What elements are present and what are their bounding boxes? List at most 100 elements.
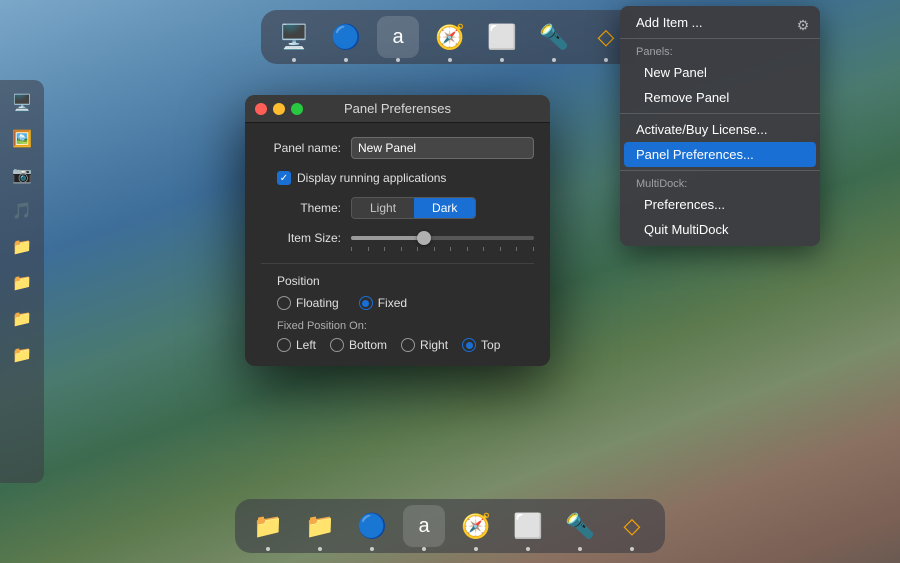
- bottom-dock-finder[interactable]: 🔵: [351, 505, 393, 547]
- slider-fill: [351, 236, 424, 240]
- top-dock-safari[interactable]: 🧭: [429, 16, 471, 58]
- item-size-row: Item Size:: [261, 231, 534, 251]
- panel-titlebar: Panel Preferenses: [245, 95, 550, 123]
- fixed-radio-outer[interactable]: [359, 296, 373, 310]
- bottom-dock-rectangle[interactable]: ⬜: [507, 505, 549, 547]
- slider-tick: [384, 247, 385, 251]
- slider-tick: [467, 247, 468, 251]
- theme-row: Theme: Light Dark: [261, 197, 534, 219]
- bottom-dock-sketch[interactable]: ◇: [611, 505, 653, 547]
- context-menu: ⚙ Add Item ... Panels: New Panel Remove …: [620, 6, 820, 246]
- position-section-title: Position: [261, 274, 534, 288]
- top-dock-textedit[interactable]: a: [377, 16, 419, 58]
- theme-light-button[interactable]: Light: [352, 198, 414, 218]
- theme-label: Theme:: [261, 201, 351, 215]
- sidebar-left: 🖥️ 🖼️ 📷 🎵 📁 📁 📁 📁: [0, 80, 44, 483]
- sidebar-icon-folder1[interactable]: 📁: [7, 232, 37, 262]
- floating-radio-outer[interactable]: [277, 296, 291, 310]
- top-dock-monitor[interactable]: 🖥️: [273, 16, 315, 58]
- slider-tick: [516, 247, 517, 251]
- panel-name-input[interactable]: [351, 137, 534, 159]
- bottom-dock-folder-blue[interactable]: 📁: [247, 505, 289, 547]
- display-running-row: ✓ Display running applications: [261, 171, 534, 185]
- panels-section-label: Panels:: [620, 42, 820, 60]
- top-dock-alfred[interactable]: 🔦: [533, 16, 575, 58]
- right-radio-outer[interactable]: [401, 338, 415, 352]
- multidock-section-label: MultiDock:: [620, 174, 820, 192]
- bottom-radio-label: Bottom: [349, 338, 387, 352]
- bottom-dock: 📁 📁 🔵 a 🧭 ⬜ 🔦 ◇: [235, 499, 665, 553]
- position-radio-group: Floating Fixed: [261, 296, 534, 310]
- item-size-label: Item Size:: [261, 231, 351, 245]
- activate-buy-menu-item[interactable]: Activate/Buy License...: [620, 117, 820, 142]
- slider-tick: [351, 247, 352, 251]
- preferences-menu-item[interactable]: Preferences...: [620, 192, 820, 217]
- add-item-menu-item[interactable]: Add Item ...: [620, 10, 820, 35]
- right-radio-label: Right: [420, 338, 448, 352]
- top-dock-rectangle[interactable]: ⬜: [481, 16, 523, 58]
- panel-preferences-menu-item[interactable]: Panel Preferences...: [624, 142, 816, 167]
- display-running-checkbox[interactable]: ✓: [277, 171, 291, 185]
- fixed-position-label: Fixed Position On:: [261, 320, 534, 332]
- fixed-position-radio-group: Left Bottom Right Top: [261, 338, 534, 352]
- slider-tick: [401, 247, 402, 251]
- remove-panel-menu-item[interactable]: Remove Panel: [620, 85, 820, 110]
- fixed-radio-label: Fixed: [378, 296, 407, 310]
- display-running-label: Display running applications: [297, 171, 446, 185]
- top-radio-outer[interactable]: [462, 338, 476, 352]
- bottom-dock-safari[interactable]: 🧭: [455, 505, 497, 547]
- slider-tick: [434, 247, 435, 251]
- top-dock: 🖥️ 🔵 a 🧭 ⬜ 🔦 ◇: [261, 10, 639, 64]
- floating-radio-label: Floating: [296, 296, 339, 310]
- panel-title: Panel Preferenses: [344, 101, 451, 116]
- panel-name-label: Panel name:: [261, 141, 351, 155]
- sidebar-icon-folder4[interactable]: 📁: [7, 340, 37, 370]
- menu-separator-1: [620, 38, 820, 39]
- slider-tick: [483, 247, 484, 251]
- window-controls: [255, 103, 303, 115]
- maximize-button[interactable]: [291, 103, 303, 115]
- left-radio-label: Left: [296, 338, 316, 352]
- bottom-radio-outer[interactable]: [330, 338, 344, 352]
- sidebar-icon-camera[interactable]: 📷: [7, 160, 37, 190]
- panel-preferences-window: Panel Preferenses Panel name: ✓ Display …: [245, 95, 550, 366]
- gear-icon: ⚙: [792, 14, 814, 36]
- sidebar-icon-folder3[interactable]: 📁: [7, 304, 37, 334]
- item-size-slider-track[interactable]: [351, 236, 534, 240]
- slider-tick: [417, 247, 418, 251]
- slider-tick: [450, 247, 451, 251]
- quit-menu-item[interactable]: Quit MultiDock: [620, 217, 820, 242]
- top-radio-label: Top: [481, 338, 500, 352]
- top-dock-finder[interactable]: 🔵: [325, 16, 367, 58]
- bottom-dock-textedit[interactable]: a: [403, 505, 445, 547]
- sidebar-icon-photo[interactable]: 🖼️: [7, 124, 37, 154]
- left-radio-item[interactable]: Left: [277, 338, 316, 352]
- slider-tick: [368, 247, 369, 251]
- close-button[interactable]: [255, 103, 267, 115]
- slider-tick: [533, 247, 534, 251]
- right-radio-item[interactable]: Right: [401, 338, 448, 352]
- menu-separator-2: [620, 113, 820, 114]
- slider-thumb[interactable]: [417, 231, 431, 245]
- fixed-radio-inner: [362, 300, 369, 307]
- fixed-radio-item[interactable]: Fixed: [359, 296, 407, 310]
- item-size-slider-container: [351, 236, 534, 240]
- left-radio-outer[interactable]: [277, 338, 291, 352]
- menu-separator-3: [620, 170, 820, 171]
- divider-1: [261, 263, 534, 264]
- sidebar-icon-monitor[interactable]: 🖥️: [7, 88, 37, 118]
- theme-dark-button[interactable]: Dark: [414, 198, 475, 218]
- theme-toggle: Light Dark: [351, 197, 476, 219]
- minimize-button[interactable]: [273, 103, 285, 115]
- floating-radio-item[interactable]: Floating: [277, 296, 339, 310]
- new-panel-menu-item[interactable]: New Panel: [620, 60, 820, 85]
- panel-name-row: Panel name:: [261, 137, 534, 159]
- bottom-dock-folder-teal[interactable]: 📁: [299, 505, 341, 547]
- bottom-dock-alfred[interactable]: 🔦: [559, 505, 601, 547]
- top-radio-item[interactable]: Top: [462, 338, 500, 352]
- bottom-radio-item[interactable]: Bottom: [330, 338, 387, 352]
- top-radio-inner: [466, 342, 473, 349]
- sidebar-icon-folder2[interactable]: 📁: [7, 268, 37, 298]
- panel-content: Panel name: ✓ Display running applicatio…: [245, 123, 550, 366]
- sidebar-icon-music[interactable]: 🎵: [7, 196, 37, 226]
